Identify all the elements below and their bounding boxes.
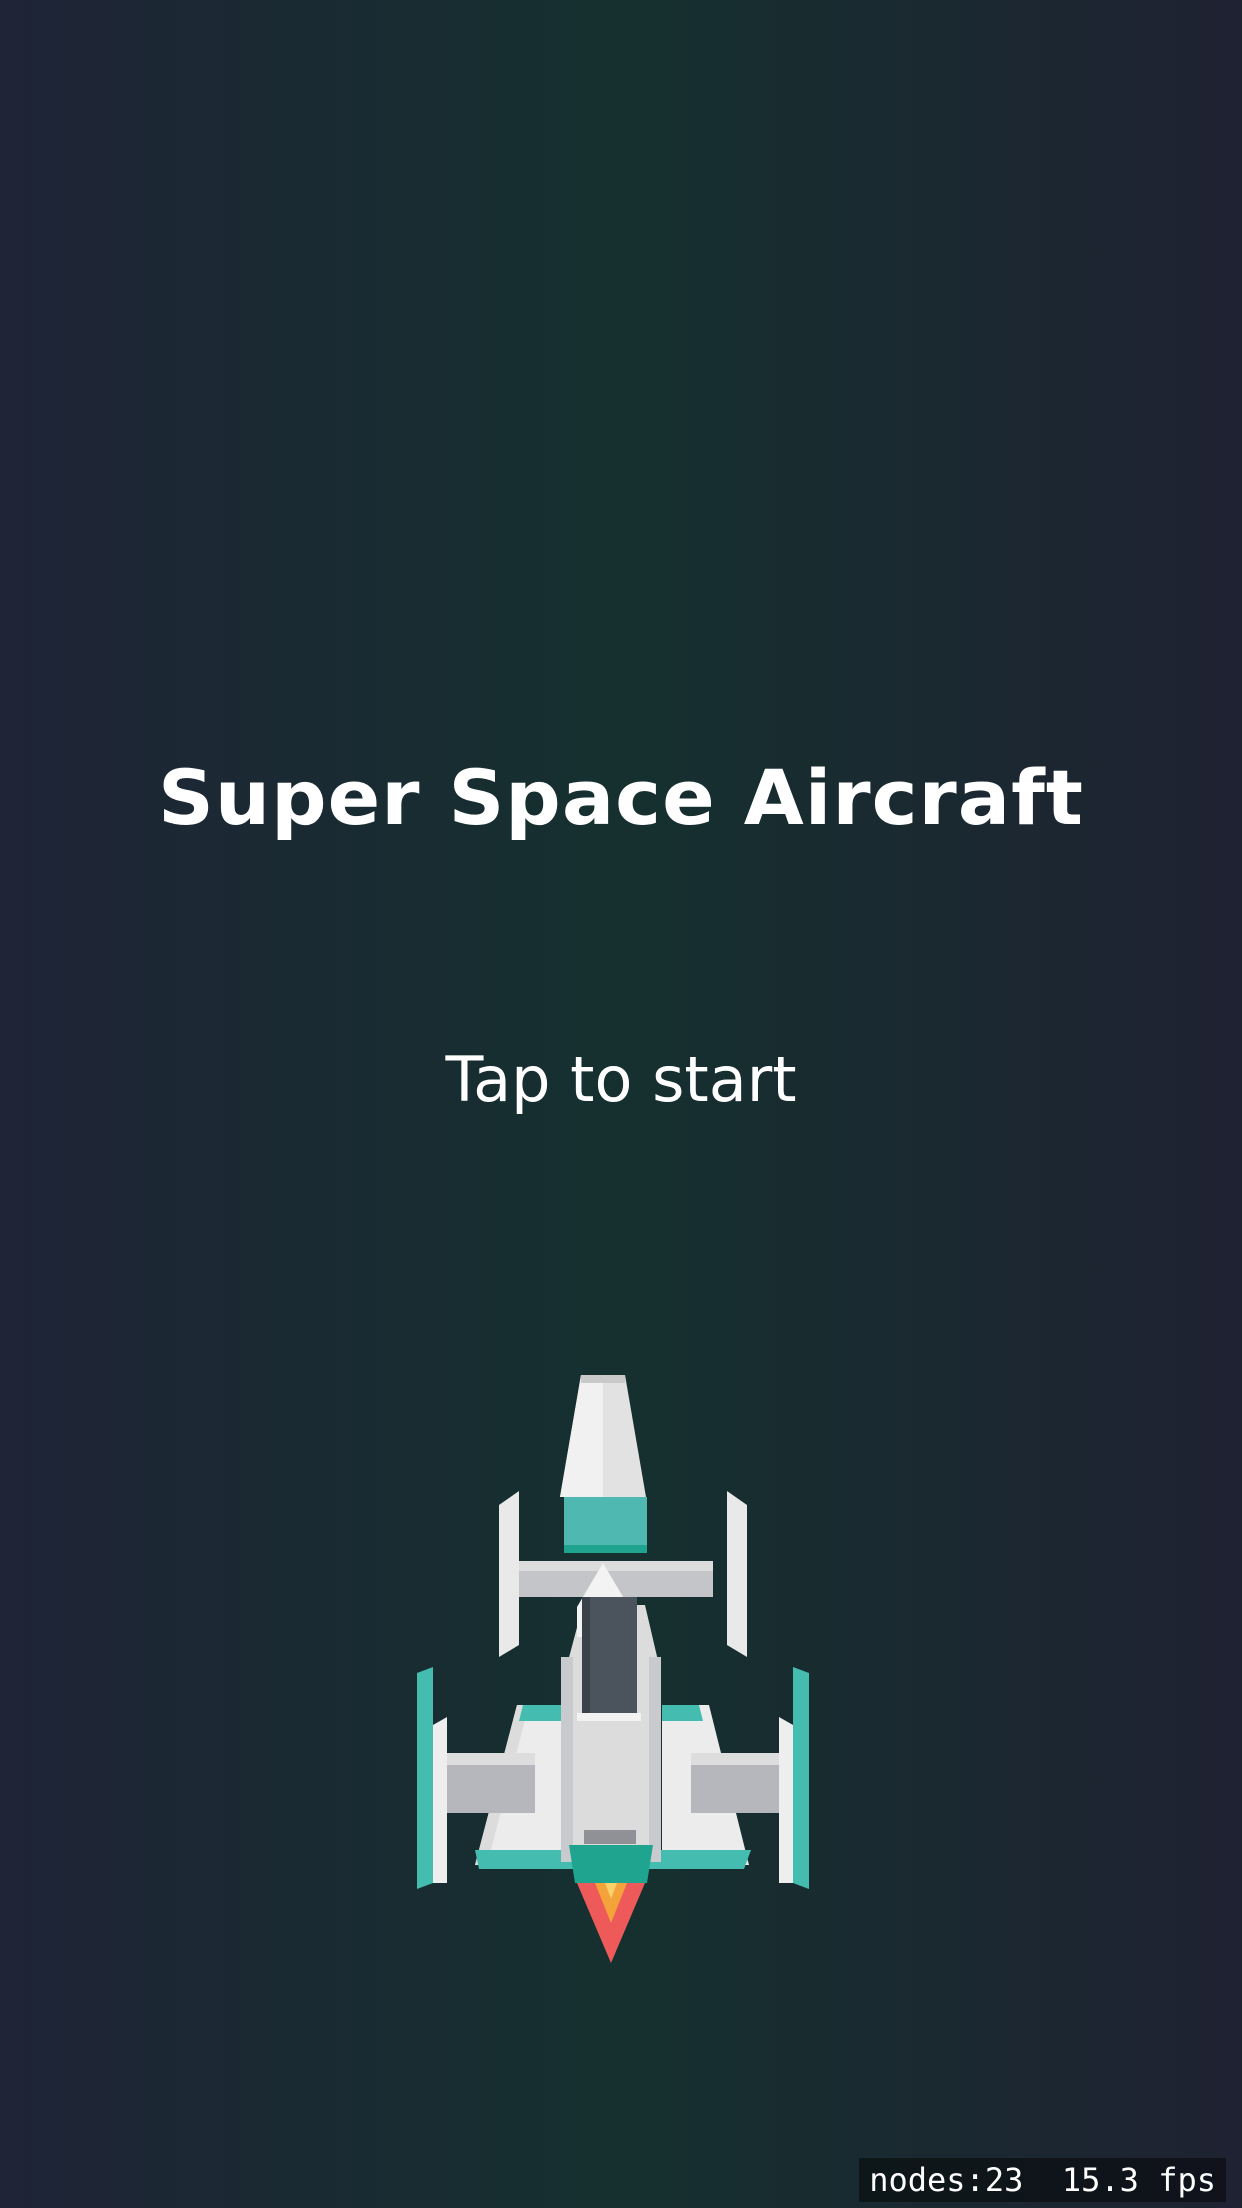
ship-right-outer-fin bbox=[793, 1667, 809, 1889]
game-scene[interactable]: Super Space Aircraft Tap to start nodes:… bbox=[0, 0, 1242, 2208]
spaceship-icon bbox=[417, 1375, 809, 1963]
ship-collar bbox=[564, 1497, 647, 1553]
fps-label: 15.3 fps bbox=[1061, 2161, 1216, 2199]
ship-left-outer-fin bbox=[417, 1667, 433, 1889]
ship-engine bbox=[584, 1830, 636, 1844]
node-count-label: nodes:23 bbox=[869, 2161, 1024, 2199]
ship-cockpit bbox=[582, 1597, 637, 1715]
tap-to-start-prompt[interactable]: Tap to start bbox=[0, 1040, 1242, 1120]
ship-upper-right-fin bbox=[727, 1491, 747, 1657]
ship-upper-left-fin bbox=[499, 1491, 519, 1657]
debug-stats-overlay: nodes:23 15.3 fps bbox=[859, 2158, 1226, 2202]
game-title: Super Space Aircraft bbox=[158, 753, 1084, 842]
